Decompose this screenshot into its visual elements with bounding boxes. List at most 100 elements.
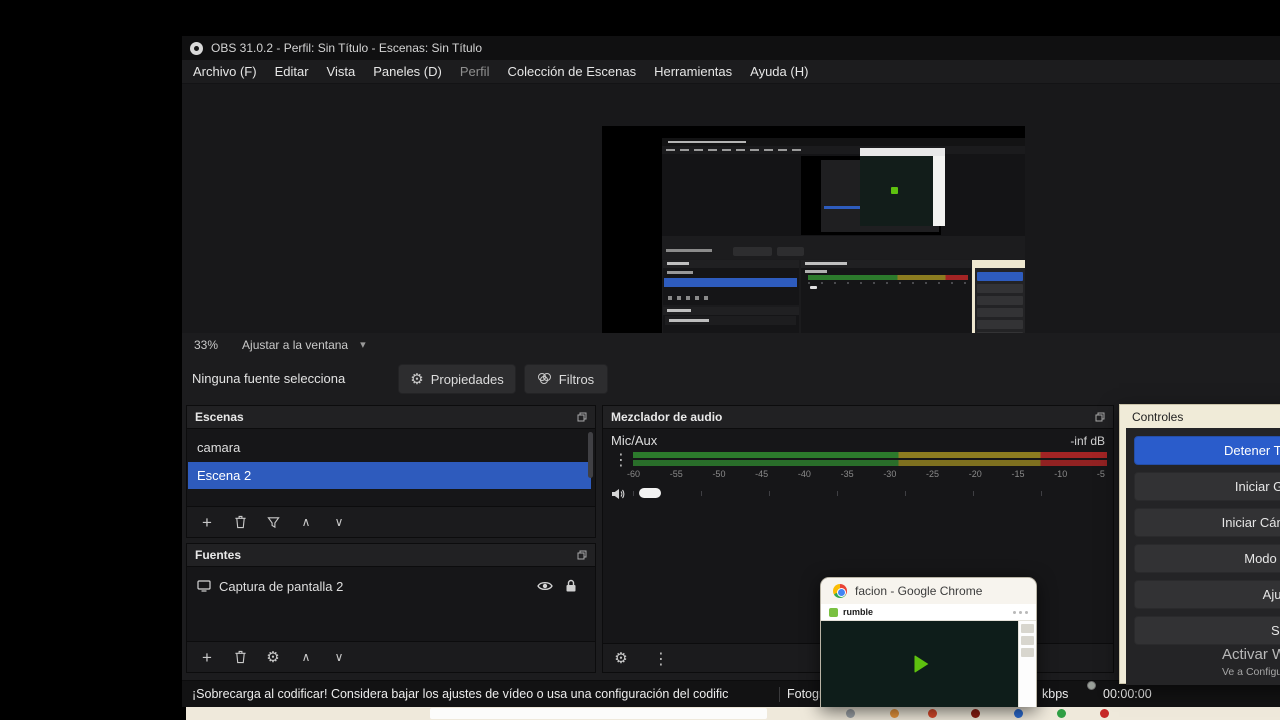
capture-mixer-meter [808, 275, 968, 280]
advanced-audio-button[interactable]: ⚙ [613, 650, 629, 666]
menu-archivo[interactable]: Archivo (F) [184, 64, 266, 79]
settings-button[interactable]: Ajustes [1134, 580, 1280, 609]
start-virtual-camera-button[interactable]: Iniciar Cámara Virtual [1134, 508, 1280, 537]
capture-controls-btn [977, 272, 1023, 281]
preview-canvas[interactable] [602, 126, 1025, 365]
add-scene-button[interactable]: + [199, 514, 215, 531]
video-sidebar[interactable] [1018, 621, 1036, 707]
capture-zoom-row [662, 236, 1025, 243]
move-source-up-button[interactable]: ∧ [298, 649, 314, 665]
remove-source-button[interactable] [232, 649, 248, 665]
video-thumbnail[interactable] [1021, 624, 1034, 633]
taskbar-icon[interactable] [846, 709, 855, 718]
move-scene-down-button[interactable]: ∨ [331, 514, 347, 530]
desktop: OBS 31.0.2 - Perfil: Sin Título - Escena… [0, 0, 1280, 720]
mixer-menu-button[interactable]: ⋮ [653, 649, 669, 668]
capture-mixer-channel [805, 270, 827, 273]
move-source-down-button[interactable]: ∨ [331, 649, 347, 665]
obs-titlebar[interactable]: OBS 31.0.2 - Perfil: Sin Título - Escena… [182, 36, 1280, 60]
taskbar[interactable] [186, 707, 1280, 720]
chrome-titlebar[interactable]: facion - Google Chrome [821, 578, 1036, 604]
scene-filters-button[interactable] [265, 514, 281, 530]
capture-chrome-sidebar [933, 156, 945, 226]
volume-slider-handle[interactable] [639, 488, 661, 498]
source-properties-button[interactable]: ⚙ [265, 649, 281, 665]
move-scene-up-button[interactable]: ∧ [298, 514, 314, 530]
taskbar-icon[interactable] [1057, 709, 1066, 718]
scenes-dock-header[interactable]: Escenas [187, 406, 595, 429]
sources-dock-header[interactable]: Fuentes [187, 544, 595, 567]
controls-dock-body: Detener Transmisión Iniciar Grabación In… [1126, 428, 1280, 685]
rumble-logo-icon [829, 607, 838, 617]
source-toolbar: Ninguna fuente selecciona ⚙ Propiedades … [182, 356, 1280, 402]
scenes-toolbar: + ∧ ∨ [187, 506, 595, 537]
kebab-menu-icon[interactable]: ⋮ [613, 450, 629, 469]
capture-source-text [669, 319, 709, 322]
source-item-screen-capture[interactable]: Captura de pantalla 2 [188, 572, 591, 600]
mixer-dock-header[interactable]: Mezclador de audio [603, 406, 1113, 429]
filters-button[interactable]: Filtros [524, 364, 608, 394]
chevron-down-icon[interactable]: ▾ [360, 338, 366, 351]
scene-item-escena-2[interactable]: Escena 2 [188, 462, 591, 489]
add-source-button[interactable]: + [199, 649, 215, 666]
scrollbar[interactable] [588, 432, 593, 478]
lock-icon[interactable] [565, 579, 577, 593]
taskbar-active-app[interactable] [430, 708, 767, 719]
status-bar: ¡Sobrecarga al codificar! Considera baja… [182, 680, 1280, 707]
video-thumbnail[interactable] [1021, 648, 1034, 657]
properties-button[interactable]: ⚙ Propiedades [398, 364, 516, 394]
taskbar-icon[interactable] [928, 709, 937, 718]
volume-meter-right [633, 460, 1107, 466]
capture-mixer-title [805, 262, 847, 265]
video-thumbnail[interactable] [1021, 636, 1034, 645]
start-recording-button[interactable]: Iniciar Grabación [1134, 472, 1280, 501]
taskbar-icon[interactable] [890, 709, 899, 718]
menu-paneles[interactable]: Paneles (D) [364, 64, 451, 79]
capture-toolbar-btn [777, 247, 804, 256]
capture-toolbar-row [662, 243, 1025, 259]
menu-coleccion-escenas[interactable]: Colección de Escenas [498, 64, 645, 79]
speaker-icon[interactable] [611, 487, 625, 505]
scenes-dock-title: Escenas [195, 410, 244, 424]
scene-item-camara[interactable]: camara [188, 434, 591, 461]
chrome-content [821, 621, 1036, 707]
taskbar-icon[interactable] [1100, 709, 1109, 718]
play-icon[interactable] [913, 655, 928, 673]
sources-dock: Fuentes Captura de pantalla 2 + ⚙ ∧ ∨ [186, 543, 596, 673]
capture-sources-title [667, 309, 691, 312]
video-player[interactable] [821, 621, 1018, 707]
zoom-level[interactable]: 33% [194, 338, 218, 352]
source-item-label: Captura de pantalla 2 [219, 578, 344, 594]
stop-streaming-button[interactable]: Detener Transmisión [1134, 436, 1280, 465]
popout-icon[interactable] [577, 550, 587, 560]
chrome-window[interactable]: facion - Google Chrome rumble [820, 577, 1037, 707]
menu-editar[interactable]: Editar [266, 64, 318, 79]
exit-button[interactable]: Salir [1134, 616, 1280, 645]
remove-scene-button[interactable] [232, 514, 248, 530]
window-title: OBS 31.0.2 - Perfil: Sin Título - Escena… [211, 41, 483, 55]
visibility-eye-icon[interactable] [537, 580, 553, 592]
popout-icon[interactable] [577, 412, 587, 422]
taskbar-icon[interactable] [1014, 709, 1023, 718]
stream-status-icon [1087, 681, 1096, 690]
mixer-level-readout: -inf dB [1070, 434, 1105, 448]
menu-herramientas[interactable]: Herramientas [645, 64, 741, 79]
volume-slider[interactable] [633, 486, 1107, 500]
capture-controls-btn [977, 320, 1023, 329]
rumble-wordmark: rumble [843, 607, 874, 617]
studio-mode-button[interactable]: Modo Estudio [1134, 544, 1280, 573]
capture-toolbar-text [666, 249, 712, 252]
preview-area [182, 84, 1280, 365]
taskbar-icon[interactable] [971, 709, 980, 718]
filters-icon [537, 373, 552, 385]
capture-mixer-handle [810, 286, 817, 289]
display-icon [197, 580, 211, 592]
controls-dock-title[interactable]: Controles [1120, 405, 1280, 428]
fit-to-window-label[interactable]: Ajustar a la ventana [242, 338, 348, 352]
menu-vista[interactable]: Vista [318, 64, 365, 79]
capture-controls-btn [977, 284, 1023, 293]
popout-icon[interactable] [1095, 412, 1105, 422]
menu-perfil[interactable]: Perfil [451, 64, 499, 79]
menu-ayuda[interactable]: Ayuda (H) [741, 64, 817, 79]
no-source-selected-label: Ninguna fuente selecciona [192, 371, 346, 386]
